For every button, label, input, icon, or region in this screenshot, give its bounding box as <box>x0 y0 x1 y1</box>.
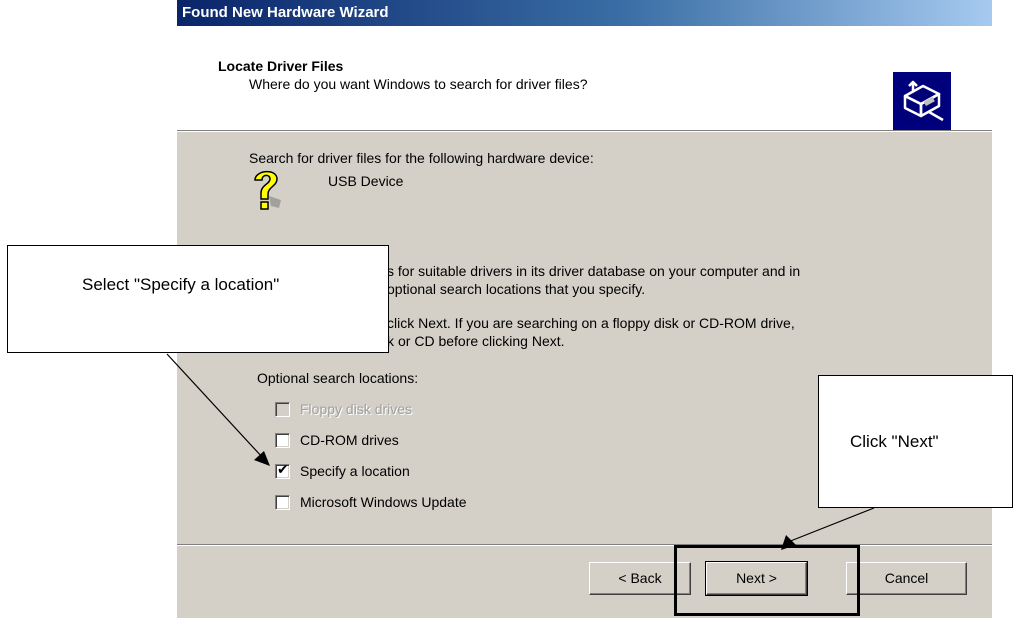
annotation-arrows <box>166 353 875 550</box>
arrow-head-next <box>781 535 796 550</box>
arrow-to-next <box>787 507 875 543</box>
arrow-head-checkbox <box>254 451 270 466</box>
arrow-to-checkbox <box>166 353 264 459</box>
